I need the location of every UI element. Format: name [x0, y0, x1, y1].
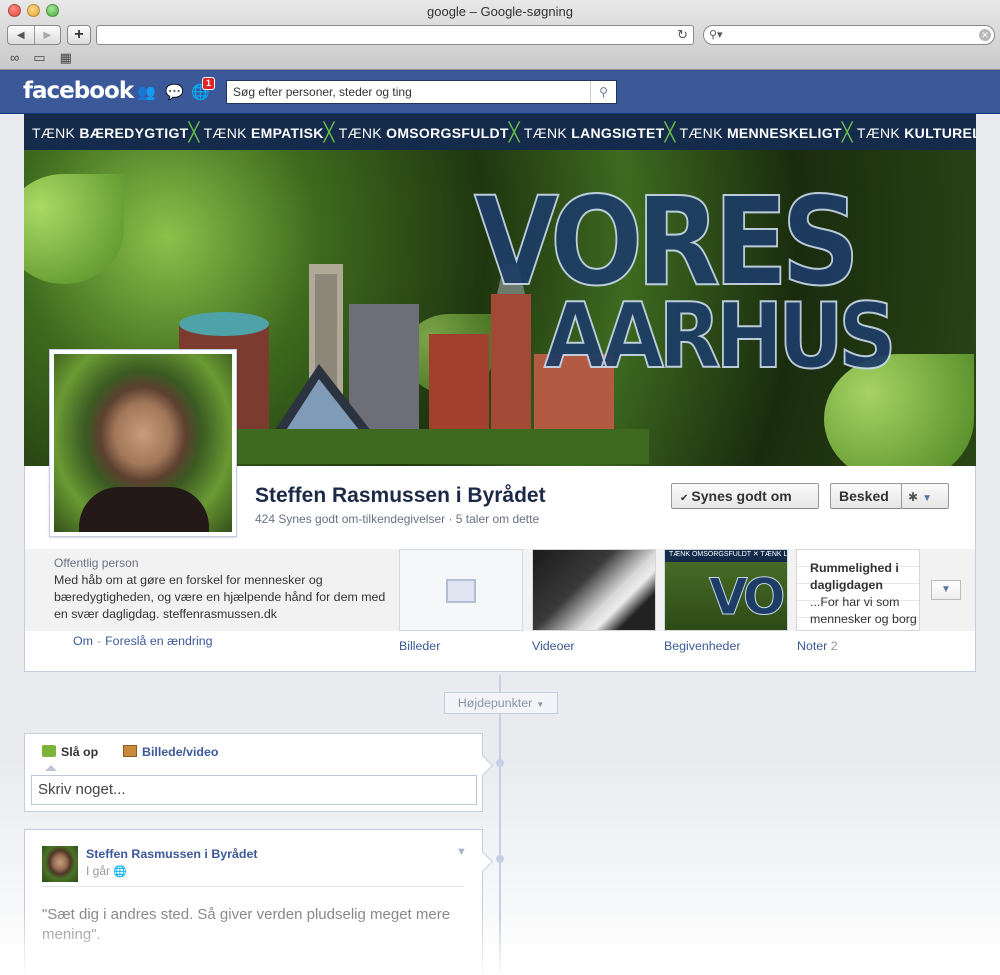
back-icon[interactable]: ◀: [8, 26, 34, 44]
page-title[interactable]: Steffen Rasmussen i Byrådet: [255, 484, 546, 508]
reload-icon[interactable]: ↻: [677, 27, 688, 43]
photos-icon: [446, 575, 482, 603]
post-text: "Sæt dig i andres sted. Så giver verden …: [42, 906, 451, 943]
window-title: google – Google-søgning: [427, 4, 573, 19]
photos-tile-label[interactable]: Billeder: [399, 639, 440, 653]
page-options-button[interactable]: ✱ ▼: [901, 483, 949, 509]
like-page-button[interactable]: ✔ Synes godt om: [671, 483, 819, 509]
notification-badge: 1: [202, 77, 216, 90]
more-tiles-button[interactable]: ▼: [931, 580, 961, 600]
messages-icon[interactable]: 💬: [165, 83, 184, 101]
facebook-search-box: ⚲: [226, 80, 617, 104]
events-tile[interactable]: TÆNK OMSORGSFULDT ✕ TÆNK LANGSIGTET VO: [664, 549, 788, 631]
forward-icon[interactable]: ▶: [33, 26, 61, 44]
profile-picture[interactable]: [49, 349, 237, 537]
add-bookmark-button[interactable]: +: [67, 25, 91, 45]
friends-icon[interactable]: 👥: [137, 83, 156, 101]
chevron-down-icon: ▼: [922, 493, 932, 504]
events-tile-strip: TÆNK OMSORGSFULDT ✕ TÆNK LANGSIGTET: [669, 551, 788, 558]
timeline-spine: [499, 675, 501, 975]
page-stats: 424 Synes godt om-tilkendegivelser · 5 t…: [255, 512, 540, 526]
about-description: Med håb om at gøre en forskel for mennes…: [54, 573, 386, 621]
note-title: Rummelighed i dagligdagen: [810, 561, 899, 592]
status-tab[interactable]: Slå op: [42, 745, 98, 759]
browser-chrome: google – Google-søgning ◀ ▶ + ↻ ⚲▾ ✕ ∞ ▭…: [0, 0, 1000, 70]
cover-leaf: [24, 174, 124, 284]
history-nav: ◀ ▶: [7, 25, 61, 45]
timeline-dot: [496, 759, 504, 767]
avatar[interactable]: [42, 846, 78, 882]
composer-input[interactable]: Skriv noget...: [31, 775, 477, 805]
note-preview-2: mennesker og borg: [810, 612, 917, 626]
profile-photo: [54, 354, 232, 532]
videos-tile[interactable]: [532, 549, 656, 631]
about-link[interactable]: Om: [73, 634, 93, 648]
globe-icon: 🌐: [113, 866, 127, 878]
search-icon[interactable]: ⚲: [590, 81, 616, 103]
browser-search-field[interactable]: ⚲▾ ✕: [703, 25, 995, 45]
address-bar[interactable]: ↻: [96, 25, 694, 45]
post-options-chevron-icon[interactable]: ▼: [456, 846, 467, 858]
page-category: Offentlig person: [54, 556, 139, 570]
events-tile-label[interactable]: Begivenheder: [664, 639, 740, 653]
facebook-search-input[interactable]: [227, 81, 587, 103]
notes-tile[interactable]: Rummelighed i dagligdagen ...For har vi …: [796, 549, 920, 631]
post-timestamp[interactable]: I går 🌐: [86, 864, 127, 878]
camera-icon: [123, 745, 137, 757]
highlights-dropdown[interactable]: Højdepunkter ▼: [444, 692, 558, 714]
videos-tile-label[interactable]: Videoer: [532, 639, 574, 653]
photos-tile[interactable]: [399, 549, 523, 631]
search-icon: ⚲▾: [709, 29, 723, 41]
chevron-down-icon: ▼: [536, 700, 545, 709]
top-sites-icon[interactable]: ▦: [60, 50, 72, 66]
notes-count: 2: [830, 639, 838, 653]
facebook-logo[interactable]: facebook: [23, 78, 134, 104]
check-icon: ✔: [680, 493, 689, 504]
timeline-dot: [496, 855, 504, 863]
gear-icon: ✱: [908, 490, 919, 504]
note-preview-1: ...For har vi som: [810, 595, 900, 609]
clear-icon[interactable]: ✕: [979, 29, 991, 41]
events-tile-art: VO: [708, 568, 785, 627]
notes-tile-label[interactable]: Noter 2: [797, 639, 838, 653]
bookmarks-icon[interactable]: ▭: [33, 50, 45, 66]
status-icon: [42, 745, 56, 757]
chevron-down-icon: ▼: [941, 584, 951, 595]
reading-list-icon[interactable]: ∞: [10, 50, 19, 66]
facebook-header: facebook 👥 💬 🌐 1 ⚲: [0, 70, 1000, 114]
message-button[interactable]: Besked: [830, 483, 902, 509]
suggest-edit-link[interactable]: Foreslå en ændring: [105, 634, 212, 648]
photo-video-tab[interactable]: Billede/video: [123, 745, 218, 759]
about-links: Om - Foreslå en ændring: [73, 634, 213, 648]
post-divider: [42, 886, 464, 887]
bookmarks-bar: ∞ ▭ ▦: [10, 50, 72, 66]
cover-tagline: TÆNK BÆREDYGTIGT╳ TÆNK EMPATISK╳ TÆNK OM…: [24, 114, 976, 150]
post-author[interactable]: Steffen Rasmussen i Byrådet: [86, 847, 257, 861]
cover-aarhus-text: AARHUS: [543, 284, 897, 389]
tab-pointer: [45, 765, 57, 771]
